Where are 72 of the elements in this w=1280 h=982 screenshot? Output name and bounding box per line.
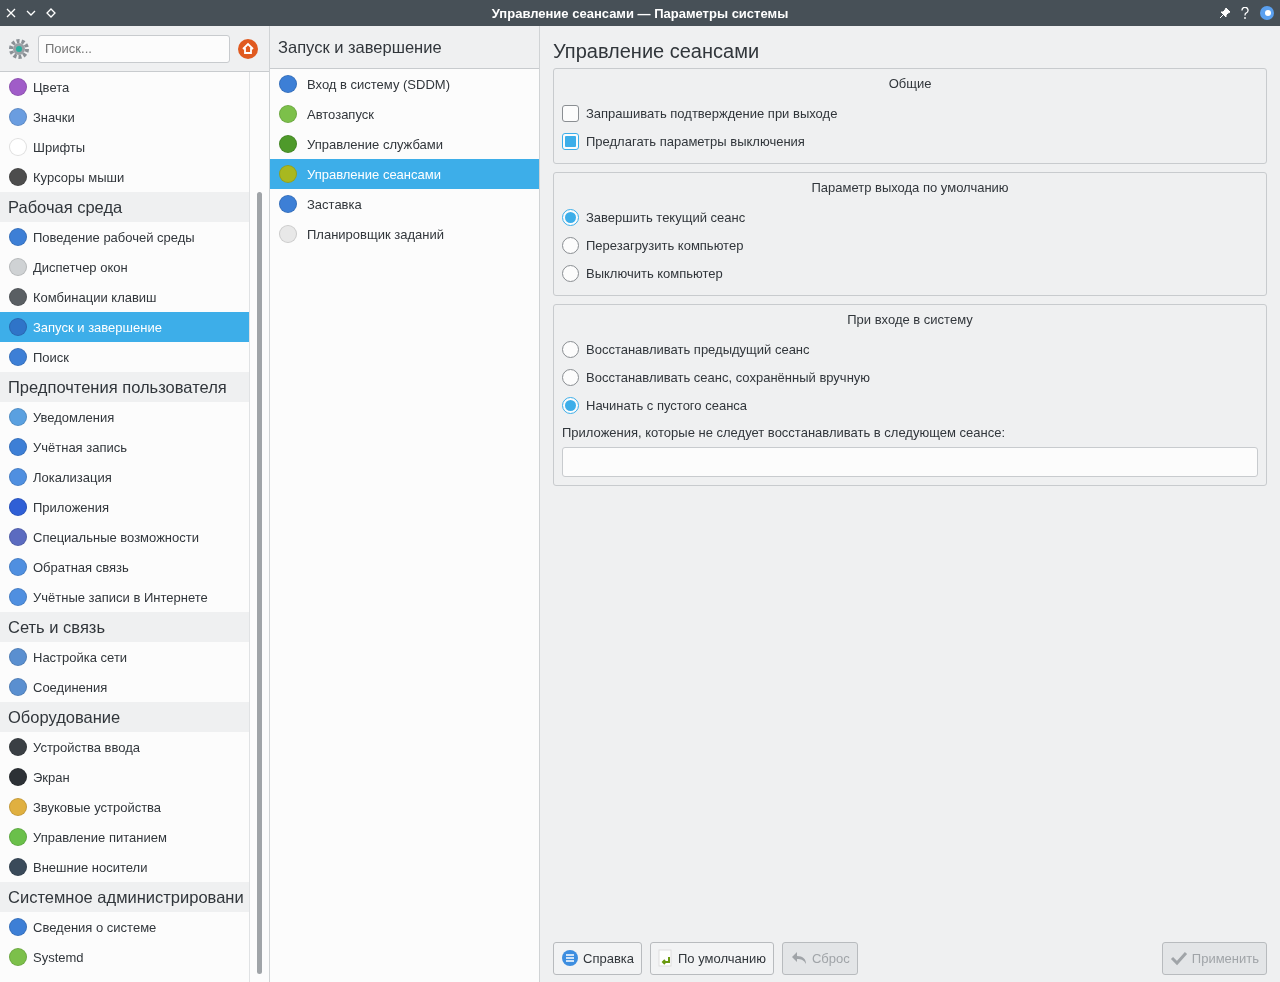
sidebar-item[interactable]: Цвета — [0, 72, 249, 102]
option-label: Выключить компьютер — [586, 265, 723, 281]
action-button[interactable]: Справка — [553, 941, 642, 975]
sidebar-item[interactable]: Поведение рабочей среды — [0, 222, 249, 252]
group-title: Параметр выхода по умолчанию — [810, 178, 1010, 197]
category-heading: Предпочтения пользователя — [0, 372, 249, 402]
module-item[interactable]: Автозапуск — [270, 99, 539, 129]
sidebar-item[interactable]: Сведения о системе — [0, 912, 249, 942]
scrollbar-thumb[interactable] — [257, 192, 262, 974]
category-heading: Рабочая среда — [0, 192, 249, 222]
module-item[interactable]: Заставка — [270, 189, 539, 219]
radio-button[interactable] — [562, 208, 579, 226]
sidebar-item[interactable]: Курсоры мыши — [0, 162, 249, 192]
panel-title: Запуск и завершение — [270, 26, 539, 69]
sidebar-item[interactable]: Соединения — [0, 672, 249, 702]
sidebar-item[interactable]: Экран — [0, 762, 249, 792]
sidebar-item[interactable]: Внешние носители — [0, 852, 249, 882]
option-label: Начинать с пустого сеанса — [586, 397, 748, 413]
sidebar-item[interactable]: Комбинации клавиш — [0, 282, 249, 312]
option-label: Перезагрузить компьютер — [586, 237, 744, 253]
sidebar-item[interactable]: Обратная связь — [0, 552, 249, 582]
sidebar-item[interactable]: Уведомления — [0, 402, 249, 432]
action-button[interactable]: По умолчанию — [650, 941, 774, 975]
sidebar-item[interactable]: Локализация — [0, 462, 249, 492]
sidebar-item[interactable]: Systemd — [0, 942, 249, 972]
app-icon[interactable] — [1260, 6, 1274, 20]
window-title: Управление сеансами — Параметры системы — [490, 5, 790, 21]
sidebar-item[interactable]: Шрифты — [0, 132, 249, 162]
radio-button[interactable] — [562, 396, 579, 414]
input-field[interactable] — [562, 447, 1258, 477]
radio-button[interactable] — [562, 264, 579, 282]
sidebar-item[interactable]: Приложения — [0, 492, 249, 522]
sidebar-item[interactable]: Устройства ввода — [0, 732, 249, 762]
group-title: При входе в систему — [846, 310, 974, 329]
radio-button[interactable] — [562, 340, 579, 358]
home-icon[interactable] — [238, 38, 258, 59]
sidebar-item[interactable]: Звуковые устройства — [0, 792, 249, 822]
module-item[interactable]: Планировщик заданий — [270, 219, 539, 249]
checkbox[interactable] — [562, 104, 579, 122]
option-label: Восстанавливать предыдущий сеанс — [586, 341, 810, 357]
close-icon[interactable] — [6, 8, 16, 18]
checkbox[interactable] — [562, 132, 579, 150]
pin-icon[interactable] — [1220, 8, 1230, 18]
field-label: Приложения, которые не следует восстанавливать в следующем сеансе: — [562, 423, 1006, 442]
sidebar-item[interactable]: Поиск — [0, 342, 249, 372]
sidebar-item[interactable]: Учётная запись — [0, 432, 249, 462]
sidebar-item[interactable]: Управление питанием — [0, 822, 249, 852]
option-label: Завершить текущий сеанс — [586, 209, 746, 225]
search-field[interactable]: Поиск... — [38, 34, 230, 63]
category-heading: Системное администрировани — [0, 882, 249, 912]
help-icon[interactable] — [1240, 7, 1250, 19]
sidebar-item[interactable]: Диспетчер окон — [0, 252, 249, 282]
sidebar-item[interactable]: Значки — [0, 102, 249, 132]
diamond-icon[interactable] — [46, 8, 56, 18]
chevron-down-icon[interactable] — [26, 8, 36, 18]
sidebar-item[interactable]: Настройка сети — [0, 642, 249, 672]
page-title: Управление сеансами — [553, 38, 761, 64]
group-title: Общие — [887, 74, 933, 93]
module-item[interactable]: Управление службами — [270, 129, 539, 159]
module-item[interactable]: Вход в систему (SDDM) — [270, 69, 539, 99]
category-heading: Оборудование — [0, 702, 249, 732]
sidebar-item[interactable]: Учётные записи в Интернете — [0, 582, 249, 612]
gear-icon[interactable] — [8, 37, 30, 60]
option-label: Предлагать параметры выключения — [586, 133, 805, 149]
option-label: Восстанавливать сеанс, сохранённый вручную — [586, 369, 871, 385]
option-label: Запрашивать подтверждение при выходе — [586, 105, 838, 121]
checkmark-icon — [1169, 950, 1188, 966]
radio-button[interactable] — [562, 368, 579, 386]
category-heading: Сеть и связь — [0, 612, 249, 642]
menu-icon — [561, 949, 579, 967]
sidebar-item[interactable]: Специальные возможности — [0, 522, 249, 552]
radio-button[interactable] — [562, 236, 579, 254]
